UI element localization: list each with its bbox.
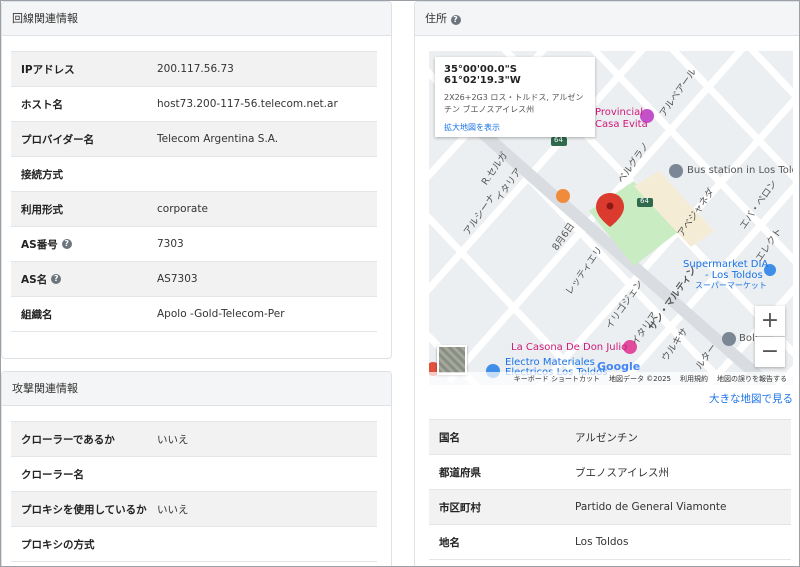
row-label: プロキシを使用しているか: [21, 503, 147, 516]
poi-la-casona[interactable]: La Casona De Don Julio: [511, 342, 627, 353]
table-row: 利用形式 corporate: [11, 192, 377, 227]
table-row: プロバイダー名 Telecom Argentina S.A.: [11, 122, 377, 157]
zoom-in-button[interactable]: +: [755, 306, 785, 336]
table-row: 地名 Los Toldos: [429, 525, 791, 560]
row-label: 利用形式: [21, 203, 63, 216]
table-row: プロキシを使用しているか いいえ: [11, 492, 377, 527]
question-circle-icon[interactable]: ?: [450, 15, 461, 25]
row-label: クローラーであるか: [21, 433, 115, 446]
row-label: IPアドレス: [21, 63, 75, 76]
table-row: プロキシの方式: [11, 527, 377, 562]
table-row: 市区町村 Partido de General Viamonte: [429, 490, 791, 525]
ip-address-value: 200.117.56.73: [157, 63, 234, 75]
map-info-window: 35°00'00.0"S 61°02'19.3"W 2X26+2G3 ロス・トル…: [435, 57, 595, 137]
row-label: プロキシの方式: [21, 538, 95, 551]
view-larger-map-link[interactable]: 拡大地図を表示: [444, 122, 586, 133]
as-name-value: AS7303: [157, 273, 198, 285]
terms-link[interactable]: 利用規約: [680, 374, 708, 384]
usage-type-value: corporate: [157, 203, 208, 215]
report-error-link[interactable]: 地図の誤りを報告する: [717, 374, 787, 384]
table-row: ホスト名 host73.200-117-56.telecom.net.ar: [11, 87, 377, 122]
keyboard-shortcut-link[interactable]: キーボード ショートカット: [514, 374, 600, 384]
question-circle-icon[interactable]: ?: [61, 239, 72, 249]
row-label: 組織名: [21, 308, 53, 321]
attack-info-table: クローラーであるか いいえ クローラー名 プロキシを使用しているか いいえ プロ…: [11, 421, 377, 562]
map-address-line2: チン ブエノスアイレス州: [444, 105, 535, 114]
poi-supermarket-type: スーパーマーケット: [695, 281, 767, 290]
address-table: 国名 アルゼンチン 都道府県 ブエノスアイレス州 市区町村 Partido de…: [429, 419, 791, 560]
table-row: 接続方式: [11, 157, 377, 192]
table-row: IPアドレス 200.117.56.73: [11, 52, 377, 87]
row-label: プロバイダー名: [21, 133, 95, 146]
hostname-value: host73.200-117-56.telecom.net.ar: [157, 98, 338, 110]
uses-proxy-value: いいえ: [157, 503, 189, 516]
table-row: AS名? AS7303: [11, 262, 377, 297]
map-address-line1: 2X26+2G3 ロス・トルドス, アルゼン: [444, 93, 584, 102]
table-row: 都道府県 ブエノスアイレス州: [429, 455, 791, 490]
map-data-text: 地図データ ©2025: [608, 374, 671, 383]
row-label: ホスト名: [21, 98, 63, 111]
table-row: クローラーであるか いいえ: [11, 422, 377, 457]
big-map-link[interactable]: 大きな地図で見る: [709, 391, 793, 406]
row-label: 国名: [439, 431, 460, 444]
zoom-out-button[interactable]: −: [755, 337, 785, 367]
table-row: AS番号? 7303: [11, 227, 377, 262]
address-header: 住所 ?: [415, 2, 799, 36]
country-value: アルゼンチン: [575, 431, 638, 444]
city-value: Partido de General Viamonte: [575, 501, 727, 513]
row-label: 市区町村: [439, 501, 481, 514]
provider-value: Telecom Argentina S.A.: [157, 133, 279, 145]
prefecture-value: ブエノスアイレス州: [575, 466, 669, 479]
is-crawler-value: いいえ: [157, 433, 189, 446]
map-footer: キーボード ショートカット 地図データ ©2025 利用規約 地図の誤りを報告す…: [429, 372, 793, 385]
row-label: クローラー名: [21, 468, 84, 481]
map-coordinates: 35°00'00.0"S 61°02'19.3"W: [444, 64, 521, 86]
table-row: 組織名 Apolo -Gold-Telecom-Per: [11, 297, 377, 332]
page: 回線関連情報 IPアドレス 200.117.56.73 ホスト名 host73.…: [0, 0, 800, 567]
route-shield-label: 64: [640, 197, 649, 205]
row-label: 地名: [439, 536, 460, 549]
map-type-toggle[interactable]: [437, 345, 467, 375]
row-label: AS名?: [11, 272, 157, 287]
place-name-value: Los Toldos: [575, 536, 629, 548]
poi-provincial[interactable]: Provincial: [595, 107, 643, 118]
row-label: 都道府県: [439, 466, 481, 479]
route-shield-label: 64: [554, 136, 563, 144]
poi-bus-station[interactable]: Bus station in Los Toldo: [687, 165, 793, 176]
poi-casa-evita[interactable]: Casa Evita: [595, 119, 648, 130]
row-label: 接続方式: [21, 168, 63, 181]
row-label: AS番号?: [11, 237, 157, 252]
map[interactable]: 64 64 Provincial Casa Evita Bus station …: [429, 51, 793, 385]
line-info-table: IPアドレス 200.117.56.73 ホスト名 host73.200-117…: [11, 51, 377, 332]
line-info-header: 回線関連情報: [2, 2, 391, 36]
question-circle-icon[interactable]: ?: [51, 274, 62, 284]
table-row: クローラー名: [11, 457, 377, 492]
attack-info-header: 攻撃関連情報: [2, 372, 391, 406]
table-row: 国名 アルゼンチン: [429, 420, 791, 455]
address-title: 住所: [425, 12, 447, 25]
as-number-value: 7303: [157, 238, 184, 250]
organization-value: Apolo -Gold-Telecom-Per: [157, 308, 285, 320]
